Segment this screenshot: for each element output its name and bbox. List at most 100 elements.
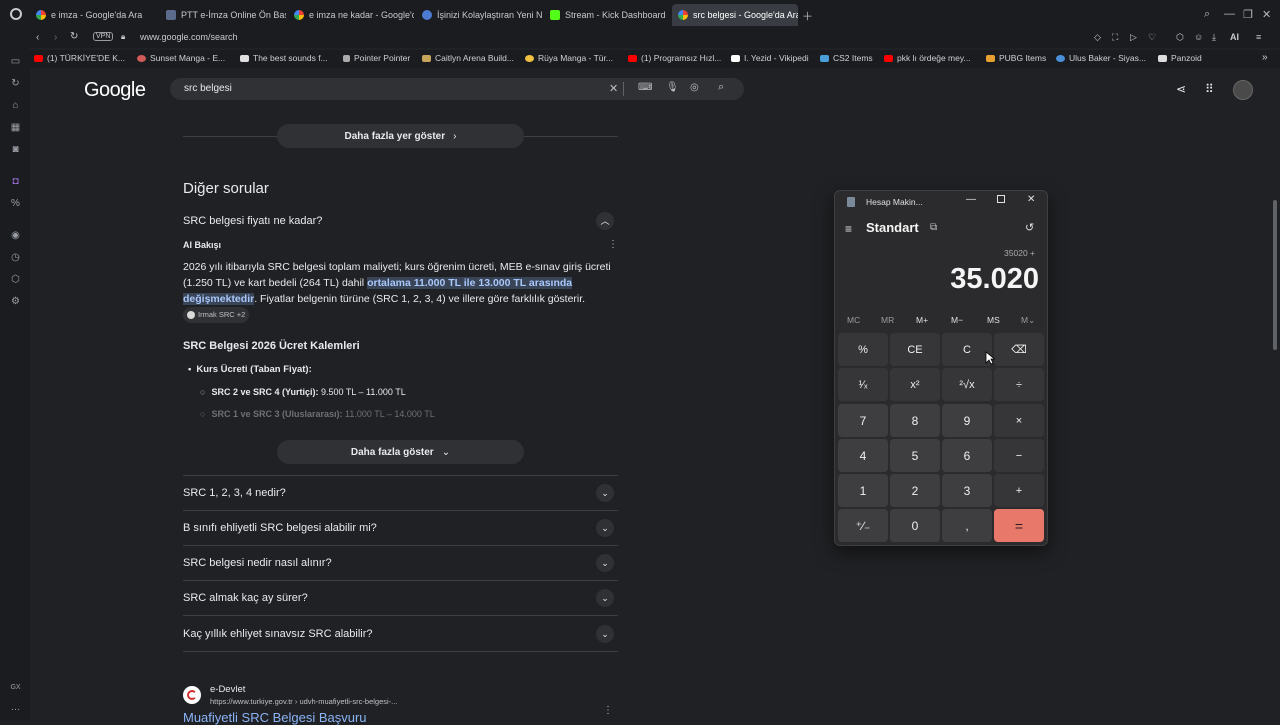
news-icon[interactable]: ▦ [10, 122, 21, 133]
player-icon[interactable]: ◉ [10, 230, 21, 241]
scrollbar-track[interactable] [1270, 70, 1280, 720]
vpn-badge[interactable]: VPN [93, 32, 114, 41]
show-more-button[interactable]: Daha fazla göster ⌄ [277, 440, 524, 464]
digit-0-key[interactable]: 0 [890, 509, 940, 542]
reload-icon[interactable]: ↻ [70, 31, 78, 42]
clear-search-icon[interactable]: ✕ [609, 82, 618, 95]
negate-key[interactable]: ⁺∕₋ [838, 509, 888, 542]
more-options-icon[interactable]: ⋮ [608, 239, 618, 250]
digit-8-key[interactable]: 8 [890, 404, 940, 437]
opera-logo-icon[interactable] [10, 8, 22, 20]
flow-icon[interactable]: ⌂ [10, 100, 21, 111]
percent-icon[interactable]: % [10, 198, 21, 209]
account-icon[interactable]: ☺ [1194, 32, 1203, 42]
memory-add-button[interactable]: M+ [916, 315, 928, 325]
minimize-icon[interactable]: — [966, 194, 976, 205]
digit-1-key[interactable]: 1 [838, 474, 888, 507]
lens-icon[interactable]: ◎ [690, 82, 699, 93]
extensions-icon[interactable]: ⬡ [1176, 32, 1184, 43]
more-icon[interactable]: … [10, 702, 21, 713]
address-input[interactable]: www.google.com/search [140, 32, 440, 42]
digit-6-key[interactable]: 6 [942, 439, 992, 472]
close-icon[interactable]: ✕ [1262, 8, 1271, 21]
digit-4-key[interactable]: 4 [838, 439, 888, 472]
hamburger-menu-icon[interactable]: ≡ [845, 222, 852, 236]
gaming-icon[interactable]: ▭ [10, 56, 21, 67]
question-item[interactable]: SRC 1, 2, 3, 4 nedir? ⌄ [183, 476, 618, 511]
question-item[interactable]: SRC almak kaç ay sürer? ⌄ [183, 581, 618, 616]
back-icon[interactable]: ‹ [36, 32, 39, 43]
square-key[interactable]: x² [890, 368, 940, 401]
new-tab-icon[interactable]: ＋ [802, 8, 813, 24]
more-places-button[interactable]: Daha fazla yer göster › [277, 124, 524, 148]
settings-icon[interactable]: ⚙ [10, 296, 21, 307]
subtract-key[interactable]: − [994, 439, 1044, 472]
backspace-key[interactable]: ⌫ [994, 333, 1044, 366]
bookmark-item[interactable]: Rüya Manga - Tür... [525, 53, 613, 63]
reciprocal-key[interactable]: ¹⁄ₓ [838, 368, 888, 401]
chevron-down-icon[interactable]: ⌄ [596, 625, 614, 643]
chevron-down-icon[interactable]: ⌄ [596, 589, 614, 607]
chevron-down-icon[interactable]: ⌄ [596, 554, 614, 572]
tab-kick[interactable]: Stream - Kick Dashboard [544, 4, 670, 26]
result-site-name[interactable]: e-Devlet [210, 684, 245, 695]
digit-2-key[interactable]: 2 [890, 474, 940, 507]
memory-clear-button[interactable]: MC [847, 315, 860, 325]
question-item[interactable]: SRC belgesi nedir nasıl alınır? ⌄ [183, 546, 618, 581]
messenger-icon[interactable]: ◙ [10, 144, 21, 155]
digit-7-key[interactable]: 7 [838, 404, 888, 437]
history-icon[interactable]: ↺ [1025, 221, 1034, 234]
extensions-icon[interactable]: ⬡ [10, 274, 21, 285]
ai-source-chip[interactable]: Irmak SRC +2 [183, 307, 250, 324]
bookmark-icon[interactable]: ◇ [1094, 32, 1101, 43]
keyboard-icon[interactable]: ⌨ [638, 82, 652, 93]
multiply-key[interactable]: × [994, 404, 1044, 437]
search-tabs-icon[interactable]: ⌕ [1204, 8, 1210, 21]
result-more-icon[interactable]: ⋮ [603, 705, 613, 716]
aria-ai-button[interactable]: AI [1230, 32, 1239, 42]
microphone-icon[interactable]: 🎙︎ [666, 82, 679, 93]
download-icon[interactable]: ⤓ [1212, 32, 1216, 43]
bookmark-item[interactable]: The best sounds f... [240, 53, 328, 63]
history-icon[interactable]: ↻ [10, 78, 21, 89]
memory-recall-button[interactable]: MR [881, 315, 894, 325]
menu-icon[interactable]: ≡ [1256, 32, 1261, 42]
digit-9-key[interactable]: 9 [942, 404, 992, 437]
result-url[interactable]: https://www.turkiye.gov.tr › udvh-muafiy… [210, 697, 397, 706]
scrollbar-thumb[interactable] [1273, 200, 1277, 350]
search-input[interactable]: src belgesi [184, 83, 232, 94]
tab-src-belgesi[interactable]: src belgesi - Google'da Ara [672, 4, 798, 26]
lock-icon[interactable]: 🔒︎ [121, 32, 125, 42]
share-icon[interactable]: ⋖ [1176, 82, 1186, 96]
chevron-up-icon[interactable]: ︿ [596, 211, 614, 230]
square-root-key[interactable]: ²√x [942, 368, 992, 401]
search-icon[interactable]: ⌕ [718, 81, 724, 94]
bookmark-item[interactable]: Caitlyn Arena Build... [422, 53, 514, 63]
heart-icon[interactable]: ♡ [1148, 32, 1156, 43]
snapshot-icon[interactable]: ⛶ [1112, 32, 1118, 43]
minimize-icon[interactable]: — [1224, 8, 1235, 20]
digit-5-key[interactable]: 5 [890, 439, 940, 472]
google-logo[interactable]: Google [84, 79, 146, 102]
bookmark-item[interactable]: PUBG Items [986, 53, 1046, 63]
bookmark-item[interactable]: pkk lı ördeğe mey... [884, 53, 971, 63]
tab-e-imza[interactable]: e imza - Google'da Ara [30, 4, 156, 26]
bookmark-item[interactable]: Ulus Baker - Siyas... [1056, 53, 1146, 63]
bookmark-item[interactable]: Pointer Pointer [343, 53, 410, 63]
keep-on-top-icon[interactable]: ⧉ [930, 222, 937, 233]
restore-icon[interactable]: ❐ [1243, 8, 1253, 21]
add-key[interactable]: + [994, 474, 1044, 507]
more-bookmarks-icon[interactable]: » [1262, 52, 1268, 63]
memory-list-button[interactable]: M⌄ [1021, 315, 1035, 326]
apps-grid-icon[interactable]: ⠿ [1205, 82, 1214, 96]
bookmark-item[interactable]: Panzoid [1158, 53, 1202, 63]
bookmark-item[interactable]: CS2 Items [820, 53, 873, 63]
twitch-icon[interactable]: ◘ [10, 176, 21, 187]
question-expanded[interactable]: SRC belgesi fiyatı ne kadar? ︿ [183, 203, 618, 238]
clock-icon[interactable]: ◷ [10, 252, 21, 263]
decimal-key[interactable]: , [942, 509, 992, 542]
bookmark-item[interactable]: (1) TÜRKİYE'DE K... [34, 53, 125, 63]
chevron-down-icon[interactable]: ⌄ [596, 519, 614, 537]
clear-entry-key[interactable]: CE [890, 333, 940, 366]
tab-isinizi[interactable]: İşinizi Kolaylaştıran Yeni Ne [416, 4, 542, 26]
